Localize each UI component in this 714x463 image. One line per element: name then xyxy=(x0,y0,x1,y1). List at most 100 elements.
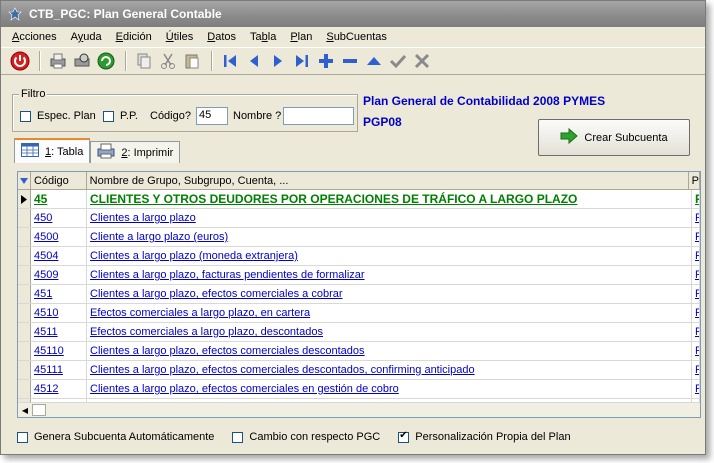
row-code[interactable]: 4504 xyxy=(34,250,58,262)
column-selector-icon[interactable] xyxy=(18,172,31,189)
row-indicator[interactable] xyxy=(18,228,31,246)
table-row[interactable]: 45110 Clientes a largo plazo, efectos com… xyxy=(18,342,700,361)
row-p[interactable]: P xyxy=(695,383,699,395)
row-name[interactable]: Cliente a largo plazo (euros) xyxy=(90,231,228,243)
accounts-grid[interactable]: Código Nombre de Grupo, Subgrupo, Cuenta… xyxy=(17,171,701,418)
row-p[interactable]: P xyxy=(695,192,699,206)
row-name[interactable]: Clientes a largo plazo, efectos comercia… xyxy=(90,383,399,395)
row-name[interactable]: Clientes a largo plazo, efectos comercia… xyxy=(90,345,365,357)
crear-subcuenta-button[interactable]: Crear Subcuenta xyxy=(538,119,690,156)
cancel-record-icon[interactable] xyxy=(411,50,433,72)
row-p[interactable]: P xyxy=(695,231,699,243)
row-indicator[interactable] xyxy=(18,361,31,379)
row-code[interactable]: 4500 xyxy=(34,231,58,243)
cambio-checkbox-group[interactable]: Cambio con respecto PGC xyxy=(232,431,380,443)
power-icon[interactable] xyxy=(9,50,31,72)
row-p[interactable]: P xyxy=(695,288,699,300)
scroll-thumb[interactable] xyxy=(32,404,46,416)
horizontal-scrollbar[interactable]: ◀ xyxy=(18,402,700,417)
row-code[interactable]: 451 xyxy=(34,288,52,300)
header-nombre[interactable]: Nombre de Grupo, Subgrupo, Cuenta, ... xyxy=(87,172,689,189)
row-name[interactable]: Clientes a largo plazo xyxy=(90,212,196,224)
genera-checkbox-group[interactable]: Genera Subcuenta Automáticamente xyxy=(17,431,214,443)
row-code[interactable]: 45111 xyxy=(34,364,63,376)
row-indicator[interactable] xyxy=(18,247,31,265)
menu-item-5[interactable]: Tabla xyxy=(243,31,283,43)
table-row[interactable]: 4509 Clientes a largo plazo, facturas pen… xyxy=(18,266,700,285)
nombre-input[interactable] xyxy=(283,107,354,125)
row-name[interactable]: Clientes a largo plazo, facturas pendien… xyxy=(90,269,365,281)
row-name[interactable]: Clientes a largo plazo, efectos comercia… xyxy=(90,364,475,376)
last-record-icon[interactable] xyxy=(291,50,313,72)
menu-item-3[interactable]: Útiles xyxy=(159,31,201,43)
row-name[interactable]: Clientes a largo plazo (moneda extranjer… xyxy=(90,250,298,262)
row-p[interactable]: P xyxy=(695,345,699,357)
genera-checkbox[interactable] xyxy=(17,431,28,443)
title-bar[interactable]: CTB_PGC: Plan General Contable xyxy=(1,1,705,27)
personalizacion-checkbox-group[interactable]: Personalización Propia del Plan xyxy=(398,430,571,443)
table-row[interactable]: 4510 Efectos comerciales a largo plazo, e… xyxy=(18,304,700,323)
menu-item-0[interactable]: Acciones xyxy=(5,31,64,43)
row-p[interactable]: P xyxy=(695,269,699,281)
row-indicator[interactable] xyxy=(18,342,31,360)
current-row-indicator-icon[interactable] xyxy=(18,190,31,208)
row-indicator[interactable] xyxy=(18,380,31,398)
menu-item-2[interactable]: Edición xyxy=(109,31,159,43)
edit-record-icon[interactable] xyxy=(363,50,385,72)
table-row[interactable]: 451 Clientes a largo plazo, efectos comer… xyxy=(18,285,700,304)
menu-item-6[interactable]: Plan xyxy=(283,31,319,43)
row-indicator[interactable] xyxy=(18,209,31,227)
row-code[interactable]: 4510 xyxy=(34,307,58,319)
refresh-icon[interactable] xyxy=(95,50,117,72)
cut-icon[interactable] xyxy=(157,50,179,72)
row-p[interactable]: P xyxy=(695,326,699,338)
menu-item-4[interactable]: Datos xyxy=(200,31,243,43)
espec-plan-checkbox[interactable] xyxy=(20,110,31,122)
table-row[interactable]: 4500 Cliente a largo plazo (euros) P xyxy=(18,228,700,247)
scroll-left-icon[interactable]: ◀ xyxy=(18,403,32,417)
row-name[interactable]: Clientes a largo plazo, efectos comercia… xyxy=(90,288,343,300)
post-record-icon[interactable] xyxy=(387,50,409,72)
row-indicator[interactable] xyxy=(18,285,31,303)
pp-checkbox-group[interactable]: P.P. xyxy=(103,110,138,122)
row-name[interactable]: CLIENTES Y OTROS DEUDORES POR OPERACIONE… xyxy=(90,192,577,206)
row-code[interactable]: 45 xyxy=(34,192,47,206)
table-row[interactable]: 45111 Clientes a largo plazo, efectos com… xyxy=(18,361,700,380)
row-indicator[interactable] xyxy=(18,323,31,341)
row-code[interactable]: 4511 xyxy=(34,326,58,338)
codigo-input[interactable]: 45 xyxy=(196,107,228,125)
first-record-icon[interactable] xyxy=(219,50,241,72)
cambio-checkbox[interactable] xyxy=(232,431,244,443)
header-p[interactable]: P xyxy=(689,172,700,189)
personalizacion-checkbox[interactable] xyxy=(398,430,410,443)
espec-plan-checkbox-group[interactable]: Espec. Plan xyxy=(20,110,96,122)
table-row[interactable]: 4504 Clientes a largo plazo (moneda extra… xyxy=(18,247,700,266)
row-code[interactable]: 4512 xyxy=(34,383,58,395)
row-name[interactable]: Efectos comerciales a largo plazo, en ca… xyxy=(90,307,310,319)
row-name[interactable]: Efectos comerciales a largo plazo, desco… xyxy=(90,326,323,338)
header-codigo[interactable]: Código xyxy=(31,172,87,189)
tab-tabla[interactable]: 1: Tabla xyxy=(14,138,91,163)
copy-icon[interactable] xyxy=(133,50,155,72)
previous-record-icon[interactable] xyxy=(243,50,265,72)
row-p[interactable]: P xyxy=(695,250,699,262)
row-p[interactable]: P xyxy=(695,212,699,224)
add-record-icon[interactable] xyxy=(315,50,337,72)
table-row[interactable]: 450 Clientes a largo plazo P xyxy=(18,209,700,228)
delete-record-icon[interactable] xyxy=(339,50,361,72)
menu-item-7[interactable]: SubCuentas xyxy=(319,31,394,43)
preview-icon[interactable] xyxy=(71,50,93,72)
pp-checkbox[interactable] xyxy=(103,110,114,122)
row-code[interactable]: 4509 xyxy=(34,269,58,281)
tab-imprimir[interactable]: 2: Imprimir xyxy=(90,141,181,163)
row-indicator[interactable] xyxy=(18,304,31,322)
paste-icon[interactable] xyxy=(181,50,203,72)
row-code[interactable]: 45110 xyxy=(34,345,64,357)
menu-item-1[interactable]: Ayuda xyxy=(64,31,109,43)
table-row[interactable]: 45 CLIENTES Y OTROS DEUDORES POR OPERACIO… xyxy=(18,190,700,209)
row-p[interactable]: P xyxy=(695,307,699,319)
row-p[interactable]: P xyxy=(695,364,699,376)
row-code[interactable]: 450 xyxy=(34,212,52,224)
table-row[interactable]: 4511 Efectos comerciales a largo plazo, d… xyxy=(18,323,700,342)
print-icon[interactable] xyxy=(47,50,69,72)
